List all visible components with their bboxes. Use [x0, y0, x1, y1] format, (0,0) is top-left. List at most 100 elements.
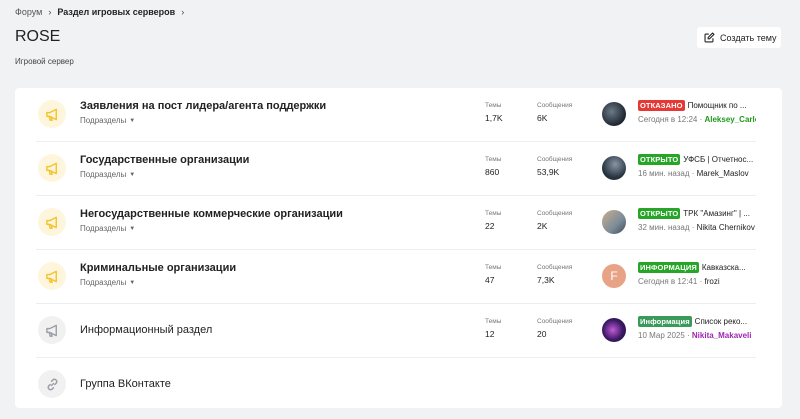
subforums-label: Подразделы — [80, 170, 127, 179]
latest-username[interactable]: Aleksey_Carlo — [704, 115, 756, 124]
status-badge: Информация — [638, 316, 692, 327]
topics-stat: Темы 47 — [485, 264, 501, 285]
topics-stat: Темы 860 — [485, 156, 501, 177]
topics-count: 12 — [485, 329, 495, 339]
avatar[interactable]: F — [602, 264, 626, 288]
topics-count: 860 — [485, 167, 500, 177]
create-thread-button[interactable]: Создать тему — [697, 27, 781, 48]
latest-thread-title[interactable]: Кавказска... — [702, 263, 746, 272]
posts-stat: Сообщения 53,9K — [537, 156, 572, 177]
topics-label: Темы — [485, 318, 502, 325]
posts-label: Сообщения — [537, 102, 573, 109]
subforums-label: Подразделы — [80, 116, 127, 125]
forum-list: Заявления на пост лидера/агента поддержк… — [15, 88, 782, 408]
latest-username[interactable]: Nikita Chernikov — [697, 223, 755, 232]
posts-count: 2K — [537, 221, 548, 231]
forum-row: Криминальные организации Подразделы ▼ Те… — [36, 250, 756, 304]
megaphone-icon — [38, 154, 66, 182]
subforums-dropdown[interactable]: Подразделы ▼ — [80, 278, 135, 287]
status-badge: ИНФОРМАЦИЯ — [638, 262, 699, 273]
topics-count: 22 — [485, 221, 495, 231]
compose-icon — [704, 32, 715, 43]
latest-time[interactable]: Сегодня в 12:41 — [638, 277, 697, 286]
subforums-dropdown[interactable]: Подразделы ▼ — [80, 224, 135, 233]
chevron-right-icon: › — [48, 7, 52, 17]
topics-stat: Темы 22 — [485, 210, 501, 231]
avatar[interactable] — [602, 156, 626, 180]
latest-username[interactable]: frozi — [704, 277, 719, 286]
topics-label: Темы — [485, 264, 502, 271]
create-thread-label: Создать тему — [720, 32, 777, 43]
latest-thread-title[interactable]: Помощник по ... — [688, 101, 747, 110]
forum-title[interactable]: Криминальные организации — [80, 262, 236, 274]
latest-post: ОТКРЫТО УФСБ | Отчетнос... 16 мин. назад… — [638, 154, 754, 178]
avatar[interactable] — [602, 318, 626, 342]
avatar[interactable] — [602, 210, 626, 234]
status-badge: ОТКРЫТО — [638, 154, 681, 165]
latest-post: ИНФОРМАЦИЯ Кавказска... Сегодня в 12:41 … — [638, 262, 746, 286]
megaphone-icon — [38, 100, 66, 128]
status-badge: ОТКАЗАНО — [638, 100, 685, 111]
subforums-label: Подразделы — [80, 224, 127, 233]
breadcrumb-section[interactable]: Раздел игровых серверов — [57, 7, 175, 17]
page-title: ROSE — [15, 28, 61, 45]
latest-post: Информация Список реко... 10 Мар 2025 · … — [638, 316, 752, 340]
forum-row: Негосударственные коммерческие организац… — [36, 196, 756, 250]
posts-count: 6K — [537, 113, 548, 123]
avatar[interactable] — [602, 102, 626, 126]
topics-label: Темы — [485, 156, 502, 163]
caret-down-icon: ▼ — [129, 225, 136, 232]
latest-time[interactable]: 16 мин. назад — [638, 169, 690, 178]
forum-title[interactable]: Негосударственные коммерческие организац… — [80, 208, 343, 220]
megaphone-icon — [38, 316, 66, 344]
forum-title[interactable]: Заявления на пост лидера/агента поддержк… — [80, 100, 326, 112]
chevron-right-icon: › — [181, 7, 185, 17]
posts-stat: Сообщения 20 — [537, 318, 572, 339]
forum-row: Заявления на пост лидера/агента поддержк… — [36, 88, 756, 142]
topics-label: Темы — [485, 102, 502, 109]
status-badge: ОТКРЫТО — [638, 208, 681, 219]
megaphone-icon — [38, 262, 66, 290]
topics-stat: Темы 1,7K — [485, 102, 503, 123]
caret-down-icon: ▼ — [129, 171, 136, 178]
latest-post: ОТКАЗАНО Помощник по ... Сегодня в 12:24… — [638, 100, 756, 124]
posts-label: Сообщения — [537, 210, 573, 217]
latest-time[interactable]: 32 мин. назад — [638, 223, 690, 232]
caret-down-icon: ▼ — [129, 279, 136, 286]
posts-count: 7,3K — [537, 275, 555, 285]
posts-stat: Сообщения 2K — [537, 210, 572, 231]
topics-count: 47 — [485, 275, 495, 285]
topics-label: Темы — [485, 210, 502, 217]
subforums-label: Подразделы — [80, 278, 127, 287]
breadcrumb: Форум › Раздел игровых серверов › — [15, 7, 184, 17]
latest-thread-title[interactable]: Список реко... — [695, 317, 747, 326]
megaphone-icon — [38, 208, 66, 236]
forum-title[interactable]: Группа ВКонтакте — [80, 378, 171, 390]
forum-row-link: Группа ВКонтакте — [36, 358, 756, 412]
latest-time[interactable]: Сегодня в 12:24 — [638, 115, 697, 124]
posts-count: 20 — [537, 329, 547, 339]
posts-stat: Сообщения 7,3K — [537, 264, 572, 285]
posts-count: 53,9K — [537, 167, 560, 177]
breadcrumb-forum[interactable]: Форум — [15, 7, 42, 17]
latest-username[interactable]: Nikita_Makaveli — [692, 331, 752, 340]
forum-title[interactable]: Информационный раздел — [80, 324, 212, 336]
latest-thread-title[interactable]: ТРК "Амазинг" | ... — [683, 209, 750, 218]
posts-label: Сообщения — [537, 318, 573, 325]
posts-label: Сообщения — [537, 156, 573, 163]
caret-down-icon: ▼ — [129, 117, 136, 124]
latest-thread-title[interactable]: УФСБ | Отчетнос... — [683, 155, 753, 164]
forum-row: Информационный раздел Темы 12 Сообщения … — [36, 304, 756, 358]
link-icon — [38, 370, 66, 398]
latest-username[interactable]: Marek_Maslov — [697, 169, 749, 178]
latest-time[interactable]: 10 Мар 2025 — [638, 331, 685, 340]
subforums-dropdown[interactable]: Подразделы ▼ — [80, 170, 135, 179]
forum-row: Государственные организации Подразделы ▼… — [36, 142, 756, 196]
topics-count: 1,7K — [485, 113, 503, 123]
posts-stat: Сообщения 6K — [537, 102, 572, 123]
subforums-dropdown[interactable]: Подразделы ▼ — [80, 116, 135, 125]
forum-title[interactable]: Государственные организации — [80, 154, 249, 166]
latest-post: ОТКРЫТО ТРК "Амазинг" | ... 32 мин. наза… — [638, 208, 755, 232]
topics-stat: Темы 12 — [485, 318, 501, 339]
posts-label: Сообщения — [537, 264, 573, 271]
